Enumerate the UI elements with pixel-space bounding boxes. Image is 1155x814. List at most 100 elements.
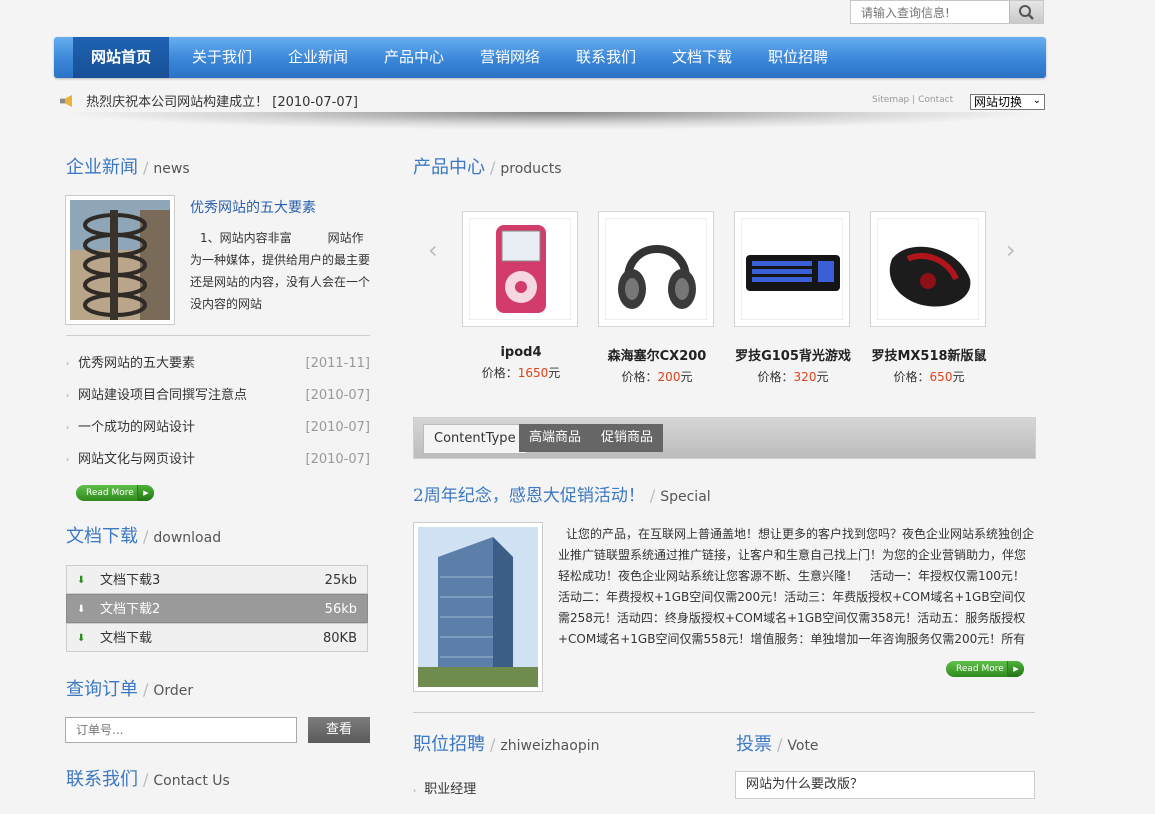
- news-item[interactable]: › 优秀网站的五大要素 [2011-11]: [66, 354, 370, 374]
- order-section-title: 查询订单 / Order: [66, 679, 194, 700]
- product-price: 价格：200元: [598, 368, 716, 385]
- arrow-right-icon: ▶: [1007, 661, 1024, 677]
- download-section-title: 文档下载 / download: [66, 526, 222, 547]
- product-price: 价格：1650元: [462, 364, 580, 381]
- products-title: 产品中心: [413, 157, 485, 178]
- order-number-input[interactable]: [65, 717, 297, 743]
- product-card[interactable]: ipod4 价格：1650元: [462, 211, 580, 381]
- download-item[interactable]: ⬇ 文档下载 80KB: [66, 623, 368, 652]
- featured-news-body: 1、网站内容非富 网站作为一种媒体，提供给用户的最主要还是网站的内容，没有人会在…: [190, 231, 371, 311]
- contact-title: 联系我们: [66, 769, 138, 790]
- read-more-label: Read More: [86, 488, 134, 498]
- nav-news[interactable]: 企业新闻: [270, 37, 366, 78]
- product-image-frame: [462, 211, 578, 327]
- product-card[interactable]: 罗技G105背光游戏 价格：320元: [734, 211, 852, 385]
- news-item-date: [2010-07]: [305, 420, 370, 435]
- special-read-more-button[interactable]: Read More ▶: [946, 661, 1024, 677]
- news-item-title: 一个成功的网站设计: [78, 420, 196, 435]
- download-item[interactable]: ⬇ 文档下载2 56kb: [66, 594, 368, 623]
- news-item-title: 网站文化与网页设计: [78, 452, 196, 467]
- tab-promotion[interactable]: 促销商品: [591, 424, 664, 452]
- search-button[interactable]: [1009, 1, 1043, 23]
- news-title-en: news: [153, 161, 190, 177]
- featured-news-title[interactable]: 优秀网站的五大要素: [190, 197, 316, 217]
- download-name: 文档下载: [100, 631, 153, 646]
- ipod-image: [469, 218, 571, 320]
- contact-link[interactable]: Contact: [918, 95, 953, 105]
- price-unit: 元: [952, 370, 965, 384]
- news-item-date: [2010-07]: [305, 388, 370, 403]
- order-title-en: Order: [153, 683, 194, 699]
- carousel-next-icon[interactable]: ›: [1006, 236, 1016, 264]
- download-item[interactable]: ⬇ 文档下载3 25kb: [66, 565, 368, 594]
- jobs-title-en: zhiweizhaopin: [500, 738, 600, 754]
- nav-marketing[interactable]: 营销网络: [462, 37, 558, 78]
- vote-question: 网站为什么要改版？: [735, 771, 1035, 799]
- nav-contact[interactable]: 联系我们: [558, 37, 654, 78]
- nav-jobs[interactable]: 职位招聘: [750, 37, 846, 78]
- news-item[interactable]: › 一个成功的网站设计 [2010-07]: [66, 418, 370, 438]
- arrow-right-icon: ▶: [137, 485, 154, 501]
- speaker-icon: [60, 95, 72, 107]
- download-arrow-icon: ⬇: [77, 604, 86, 615]
- product-card[interactable]: 森海塞尔CX200 价格：200元: [598, 211, 716, 385]
- announcement-text[interactable]: 热烈庆祝本公司网站构建成立！ [2010-07-07]: [86, 95, 358, 110]
- featured-news-image[interactable]: [65, 195, 175, 325]
- product-price: 价格：650元: [870, 368, 988, 385]
- order-search-button[interactable]: 查看: [308, 717, 370, 743]
- contact-section-title: 联系我们 / Contact Us: [66, 769, 230, 790]
- nav-about[interactable]: 关于我们: [174, 37, 270, 78]
- tab-high-end[interactable]: 高端商品: [519, 424, 592, 452]
- sitemap-link[interactable]: Sitemap: [872, 95, 909, 105]
- site-switch-select[interactable]: 网站切换 ⌄: [970, 94, 1045, 110]
- news-title: 企业新闻: [66, 157, 138, 178]
- nav-downloads[interactable]: 文档下载: [654, 37, 750, 78]
- price-label: 价格：: [621, 370, 658, 384]
- news-item[interactable]: › 网站文化与网页设计 [2010-07]: [66, 450, 370, 470]
- vote-section-title: 投票 / Vote: [736, 734, 819, 755]
- products-title-en: products: [500, 161, 562, 177]
- special-title-en: Special: [660, 489, 711, 505]
- job-item[interactable]: › 职业经理: [413, 778, 476, 797]
- nav-home[interactable]: 网站首页: [73, 37, 169, 78]
- download-title: 文档下载: [66, 526, 138, 547]
- jobs-title: 职位招聘: [413, 734, 485, 755]
- search-icon: [1019, 5, 1034, 20]
- download-title-en: download: [153, 530, 222, 546]
- divider: [66, 335, 370, 336]
- product-name: 罗技MX518新版鼠: [871, 349, 987, 364]
- product-card[interactable]: 罗技MX518新版鼠 价格：650元: [870, 211, 988, 385]
- price-value: 320: [793, 370, 817, 384]
- download-arrow-icon: ⬇: [77, 633, 86, 644]
- price-unit: 元: [816, 370, 829, 384]
- news-item[interactable]: › 网站建设项目合同撰写注意点 [2010-07]: [66, 386, 370, 406]
- product-price: 价格：320元: [734, 368, 852, 385]
- building-image: [418, 527, 538, 687]
- news-read-more-button[interactable]: Read More ▶: [76, 485, 154, 501]
- top-links-separator: |: [912, 95, 916, 105]
- special-title[interactable]: 2周年纪念，感恩大促销活动！: [413, 486, 645, 506]
- product-name: ipod4: [500, 345, 542, 360]
- nav-products[interactable]: 产品中心: [366, 37, 462, 78]
- news-item-title: 优秀网站的五大要素: [78, 356, 196, 371]
- products-section-title: 产品中心 / products: [413, 157, 562, 178]
- news-item-title: 网站建设项目合同撰写注意点: [78, 388, 248, 403]
- product-name: 罗技G105背光游戏: [735, 349, 851, 364]
- read-more-label: Read More: [956, 664, 1004, 674]
- bullet-icon: ›: [413, 786, 417, 795]
- top-links: Sitemap | Contact: [872, 95, 953, 105]
- jobs-section-title: 职位招聘 / zhiweizhaopin: [413, 734, 600, 755]
- bullet-icon: ›: [66, 455, 70, 464]
- download-name: 文档下载2: [100, 602, 161, 617]
- price-label: 价格：: [481, 366, 518, 380]
- special-image[interactable]: [413, 522, 543, 692]
- price-value: 1650: [517, 366, 549, 380]
- download-arrow-icon: ⬇: [77, 575, 86, 586]
- tab-content-type[interactable]: ContentType: [423, 424, 527, 454]
- download-size: 56kb: [324, 602, 357, 617]
- search-box: [850, 0, 1044, 24]
- product-image-frame: [870, 211, 986, 327]
- search-input[interactable]: [859, 2, 1013, 24]
- download-size: 80KB: [323, 631, 357, 646]
- carousel-prev-icon[interactable]: ‹: [428, 236, 438, 264]
